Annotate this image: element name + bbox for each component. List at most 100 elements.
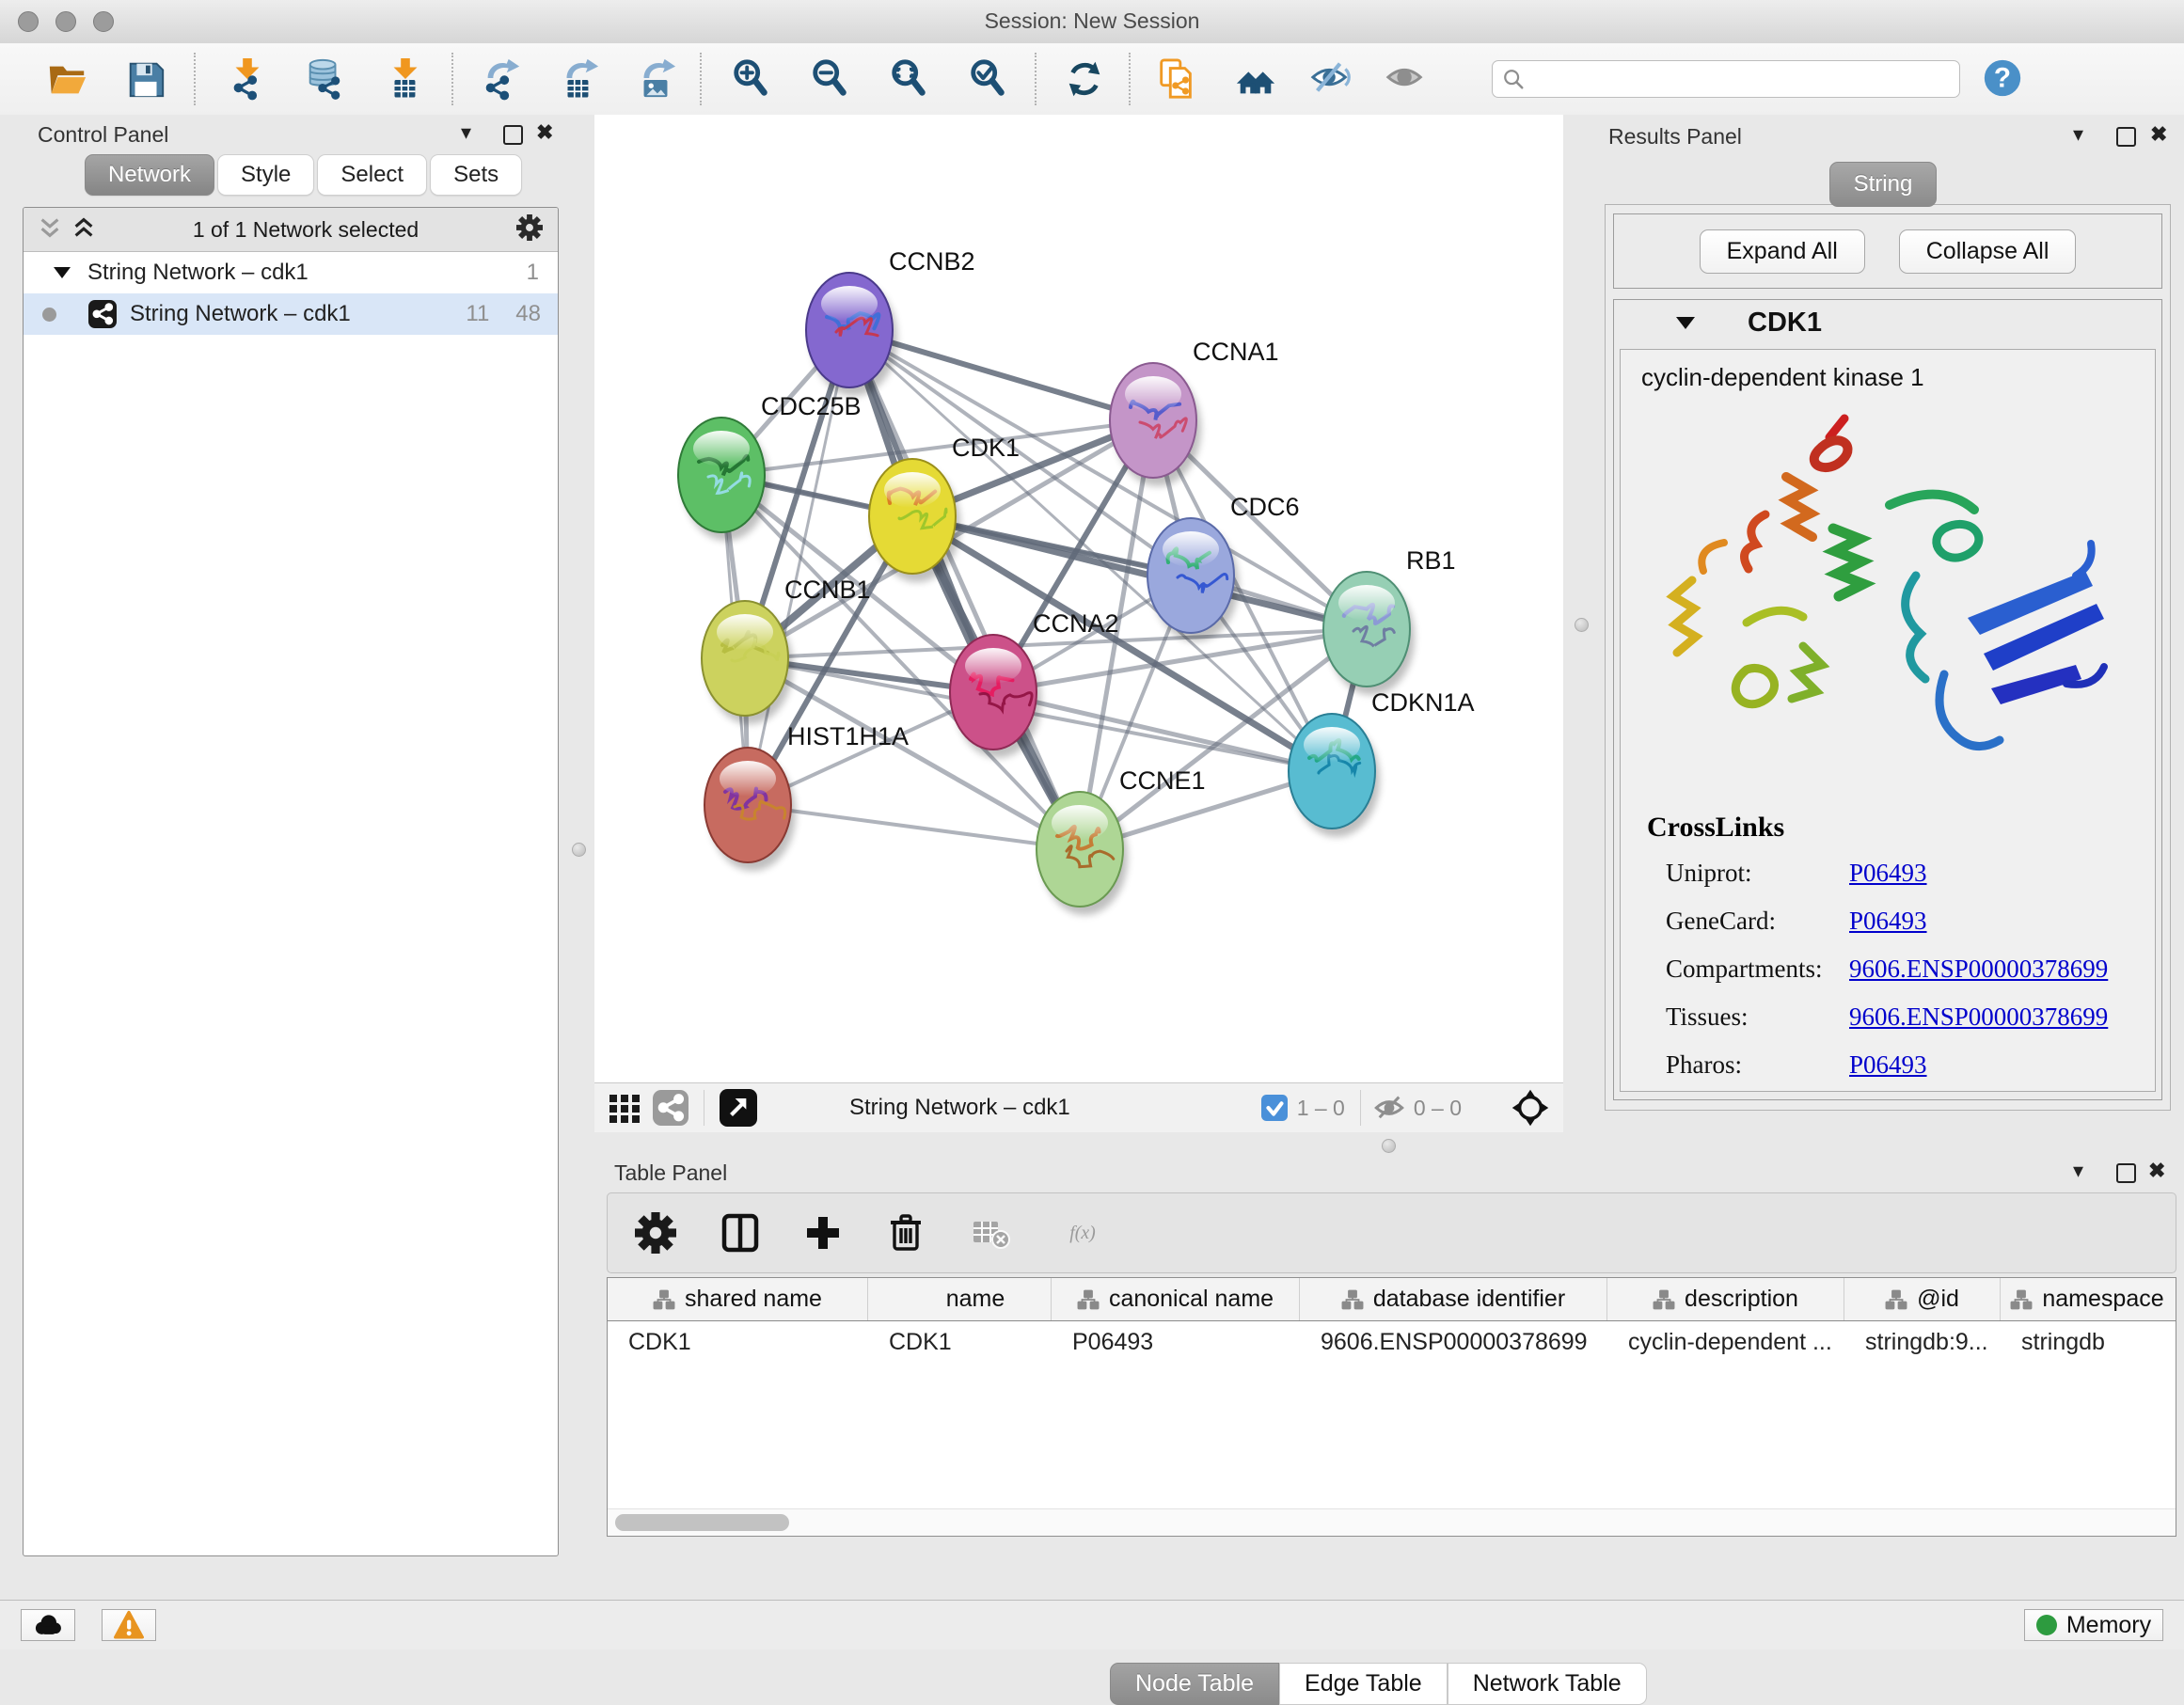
network-row[interactable]: String Network – cdk1 11 48 <box>24 293 558 335</box>
zoom-fit-button[interactable] <box>882 52 937 106</box>
scrollbar-thumb[interactable] <box>615 1514 789 1531</box>
fx-icon: f(x) <box>1067 1212 1108 1254</box>
tab-network-table[interactable]: Network Table <box>1448 1663 1647 1705</box>
refresh-button[interactable] <box>1057 52 1112 106</box>
panel-menu-icon[interactable]: ▾ <box>461 122 471 143</box>
tab-network[interactable]: Network <box>85 154 214 196</box>
panel-float-icon[interactable] <box>2116 127 2136 147</box>
tab-string[interactable]: String <box>1829 162 1937 207</box>
collapse-all-networks-icon[interactable] <box>39 216 61 244</box>
save-floppy-icon <box>124 57 167 101</box>
column-header-id[interactable]: @id <box>1844 1278 2001 1320</box>
clone-network-button[interactable] <box>1149 52 1204 106</box>
column-header-shared-name[interactable]: shared name <box>608 1278 868 1320</box>
grid-view-button[interactable] <box>606 1089 643 1127</box>
show-columns-button[interactable] <box>713 1206 768 1260</box>
table-panel: Table Panel ▾ ✖ f(x) <box>594 1159 2184 1601</box>
panel-close-icon[interactable]: ✖ <box>2148 1160 2165 1181</box>
show-all-button[interactable] <box>1379 52 1433 106</box>
tab-select[interactable]: Select <box>317 154 427 196</box>
panel-menu-icon[interactable]: ▾ <box>2073 124 2083 145</box>
expand-all-button[interactable]: Expand All <box>1700 229 1865 274</box>
open-session-button[interactable] <box>40 52 94 106</box>
panel-float-icon[interactable] <box>503 125 523 145</box>
main-area: Control Panel ▾ ✖ Network Style Select S… <box>0 115 2184 1601</box>
left-splitter-handle[interactable] <box>572 843 586 857</box>
collection-disclosure-icon[interactable] <box>54 267 71 278</box>
tab-edge-table[interactable]: Edge Table <box>1279 1663 1448 1705</box>
cloud-status-button[interactable] <box>21 1609 75 1641</box>
save-session-button[interactable] <box>119 52 173 106</box>
network-label: String Network – cdk1 <box>130 301 351 327</box>
export-image-button[interactable] <box>628 52 683 106</box>
help-button[interactable]: ? <box>1979 55 2026 103</box>
crosshair-icon <box>1511 1088 1550 1128</box>
crosslink-row: Tissues: 9606.ENSP00000378699 <box>1621 993 2155 1041</box>
column-header-canonical-name[interactable]: canonical name <box>1052 1278 1300 1320</box>
first-neighbors-button[interactable] <box>1228 52 1283 106</box>
search-input[interactable] <box>1532 66 1950 92</box>
hide-selected-button[interactable] <box>1304 52 1358 106</box>
column-header-name[interactable]: name <box>868 1278 1052 1320</box>
collapse-all-button[interactable]: Collapse All <box>1899 229 2077 274</box>
horizontal-splitter-handle[interactable] <box>1382 1139 1396 1153</box>
uniprot-link[interactable]: P06493 <box>1849 859 1927 888</box>
hide-eye-icon <box>1309 57 1353 101</box>
network-options-gear-icon[interactable] <box>516 214 543 245</box>
toolbar-separator <box>1129 53 1131 105</box>
create-column-button[interactable] <box>796 1206 850 1260</box>
table-row[interactable]: CDK1 CDK1 P06493 9606.ENSP00000378699 cy… <box>608 1321 2176 1364</box>
expand-all-networks-icon[interactable] <box>72 216 95 244</box>
svg-text:CCNB1: CCNB1 <box>784 576 871 604</box>
network-graph[interactable]: CCNB2CCNA1CDC25BCDK1CDC6RB1CCNB1CCNA2CDK… <box>594 115 1563 1083</box>
control-panel-title: Control Panel <box>38 122 168 148</box>
export-network-button[interactable] <box>474 52 529 106</box>
delete-table-button[interactable] <box>963 1206 1018 1260</box>
tissues-link[interactable]: 9606.ENSP00000378699 <box>1849 1002 2108 1032</box>
compartments-link[interactable]: 9606.ENSP00000378699 <box>1849 955 2108 984</box>
node-table[interactable]: shared name name canonical name database… <box>607 1277 2176 1537</box>
detach-view-button[interactable] <box>720 1089 757 1127</box>
pharos-link[interactable]: P06493 <box>1849 1050 1927 1080</box>
genecard-link[interactable]: P06493 <box>1849 907 1927 936</box>
tab-style[interactable]: Style <box>217 154 314 196</box>
birds-eye-view-button[interactable] <box>1511 1088 1550 1128</box>
memory-button[interactable]: Memory <box>2024 1609 2163 1641</box>
title-bar: Session: New Session <box>0 0 2184 44</box>
warnings-button[interactable] <box>102 1609 156 1641</box>
function-builder-button[interactable]: f(x) <box>1044 1206 1131 1260</box>
column-header-description[interactable]: description <box>1607 1278 1844 1320</box>
gear-icon <box>635 1212 676 1254</box>
zoom-out-button[interactable] <box>803 52 858 106</box>
selected-checkbox-icon[interactable] <box>1261 1095 1288 1121</box>
table-options-button[interactable] <box>628 1206 683 1260</box>
panel-close-icon[interactable]: ✖ <box>536 122 553 143</box>
tab-sets[interactable]: Sets <box>430 154 522 196</box>
tab-node-table[interactable]: Node Table <box>1110 1663 1279 1705</box>
import-network-database-button[interactable] <box>297 52 352 106</box>
right-splitter[interactable] <box>1563 115 1601 1132</box>
zoom-selected-button[interactable] <box>961 52 1016 106</box>
network-canvas[interactable]: CCNB2CCNA1CDC25BCDK1CDC6RB1CCNB1CCNA2CDK… <box>594 115 1563 1132</box>
export-table-button[interactable] <box>551 52 606 106</box>
columns-icon <box>720 1212 761 1254</box>
table-horizontal-scrollbar[interactable] <box>608 1508 2176 1536</box>
right-splitter-handle[interactable] <box>1575 618 1589 632</box>
toolbar-separator <box>451 53 453 105</box>
zoom-fit-icon <box>888 57 931 101</box>
network-collection-row[interactable]: String Network – cdk1 1 <box>24 252 558 293</box>
panel-close-icon[interactable]: ✖ <box>2150 124 2167 145</box>
delete-columns-button[interactable] <box>878 1206 933 1260</box>
protein-disclosure-icon[interactable] <box>1676 317 1695 329</box>
import-network-file-button[interactable] <box>220 52 275 106</box>
svg-text:CDC25B: CDC25B <box>761 392 862 420</box>
panel-float-icon[interactable] <box>2116 1163 2136 1183</box>
memory-status-dot <box>2036 1615 2057 1635</box>
svg-text:RB1: RB1 <box>1406 546 1456 575</box>
zoom-in-button[interactable] <box>724 52 779 106</box>
network-badge-button[interactable] <box>653 1090 688 1126</box>
import-table-file-button[interactable] <box>378 52 433 106</box>
column-header-database-identifier[interactable]: database identifier <box>1300 1278 1607 1320</box>
column-header-namespace[interactable]: namespace <box>2001 1278 2174 1320</box>
panel-menu-icon[interactable]: ▾ <box>2073 1160 2083 1181</box>
